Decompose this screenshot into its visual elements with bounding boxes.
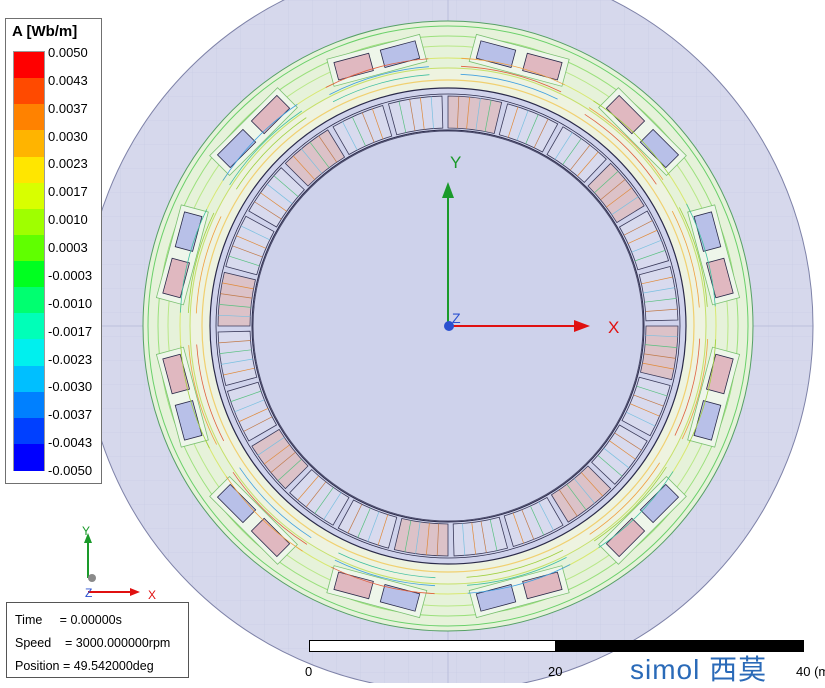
- color-legend: A [Wb/m] 0.0050 0.0043 0.0037 0.0030 0.0023 0…: [5, 18, 102, 484]
- legend-tick-label: 0.0050: [48, 45, 88, 60]
- legend-swatch: [14, 156, 44, 184]
- position-readout: Position = 49.542000deg: [15, 659, 154, 673]
- time-readout: Time = 0.00000s: [15, 613, 122, 627]
- mini-y-label: Y: [82, 524, 90, 538]
- legend-tick-label: 0.0023: [48, 156, 88, 172]
- legend-title: A [Wb/m]: [12, 23, 78, 40]
- legend-tick-label: -0.0003: [48, 267, 93, 283]
- legend-swatch: [14, 417, 44, 445]
- legend-swatch: [14, 104, 44, 131]
- legend-tick-label: -0.0017: [48, 323, 93, 339]
- scale-mid-label: 20: [548, 664, 563, 679]
- legend-tick-label: -0.0030: [48, 379, 93, 395]
- legend-swatch: [14, 313, 44, 340]
- legend-tick-label: 0.0037: [48, 100, 88, 116]
- field-plot-viewport[interactable]: Y X Z Y X Z: [0, 0, 825, 683]
- mini-x-label: X: [148, 588, 156, 602]
- permanent-magnet: [640, 325, 679, 381]
- legend-tick-label: -0.0050: [48, 463, 93, 478]
- legend-swatch: [14, 339, 44, 366]
- legend-swatch: [14, 261, 44, 288]
- legend-swatch: [14, 391, 44, 419]
- legend-tick-label: 0.0043: [48, 72, 88, 88]
- permanent-magnet: [393, 518, 449, 557]
- legend-swatch: [14, 234, 44, 262]
- status-panel: Time = 0.00000s Speed = 3000.000000rpm P…: [6, 602, 189, 678]
- speed-readout: Speed = 3000.000000rpm: [15, 636, 171, 650]
- legend-tick-label: -0.0037: [48, 407, 93, 423]
- legend-swatch: [14, 443, 44, 471]
- legend-tick-label: 0.0017: [48, 184, 88, 200]
- legend-swatch: [14, 182, 44, 210]
- scale-zero-label: 0: [305, 664, 313, 679]
- y-axis-label: Y: [450, 153, 461, 172]
- legend-swatch: [14, 365, 44, 393]
- legend-swatch: [14, 287, 44, 314]
- legend-tick-label: 0.0010: [48, 212, 88, 228]
- scale-bar-white-segment: [310, 641, 555, 651]
- legend-swatch: [14, 78, 44, 105]
- watermark-logo: simol 西莫: [630, 654, 768, 685]
- legend-tick-label: 0.0030: [48, 128, 88, 144]
- legend-tick-label: -0.0010: [48, 295, 93, 311]
- legend-color-bar: [13, 51, 45, 471]
- legend-tick-label: -0.0023: [48, 351, 93, 367]
- legend-swatch: [14, 208, 44, 236]
- legend-tick-label: 0.0003: [48, 240, 88, 256]
- legend-swatch: [14, 130, 44, 157]
- x-axis-label: X: [608, 318, 619, 337]
- permanent-magnet: [217, 271, 256, 327]
- z-axis-label: Z: [452, 310, 461, 326]
- legend-swatch: [14, 52, 44, 79]
- mini-z-label: Z: [85, 586, 92, 600]
- legend-tick-label: -0.0043: [48, 435, 93, 451]
- permanent-magnet: [447, 95, 503, 134]
- scale-end-label: 40 (mm): [796, 664, 825, 679]
